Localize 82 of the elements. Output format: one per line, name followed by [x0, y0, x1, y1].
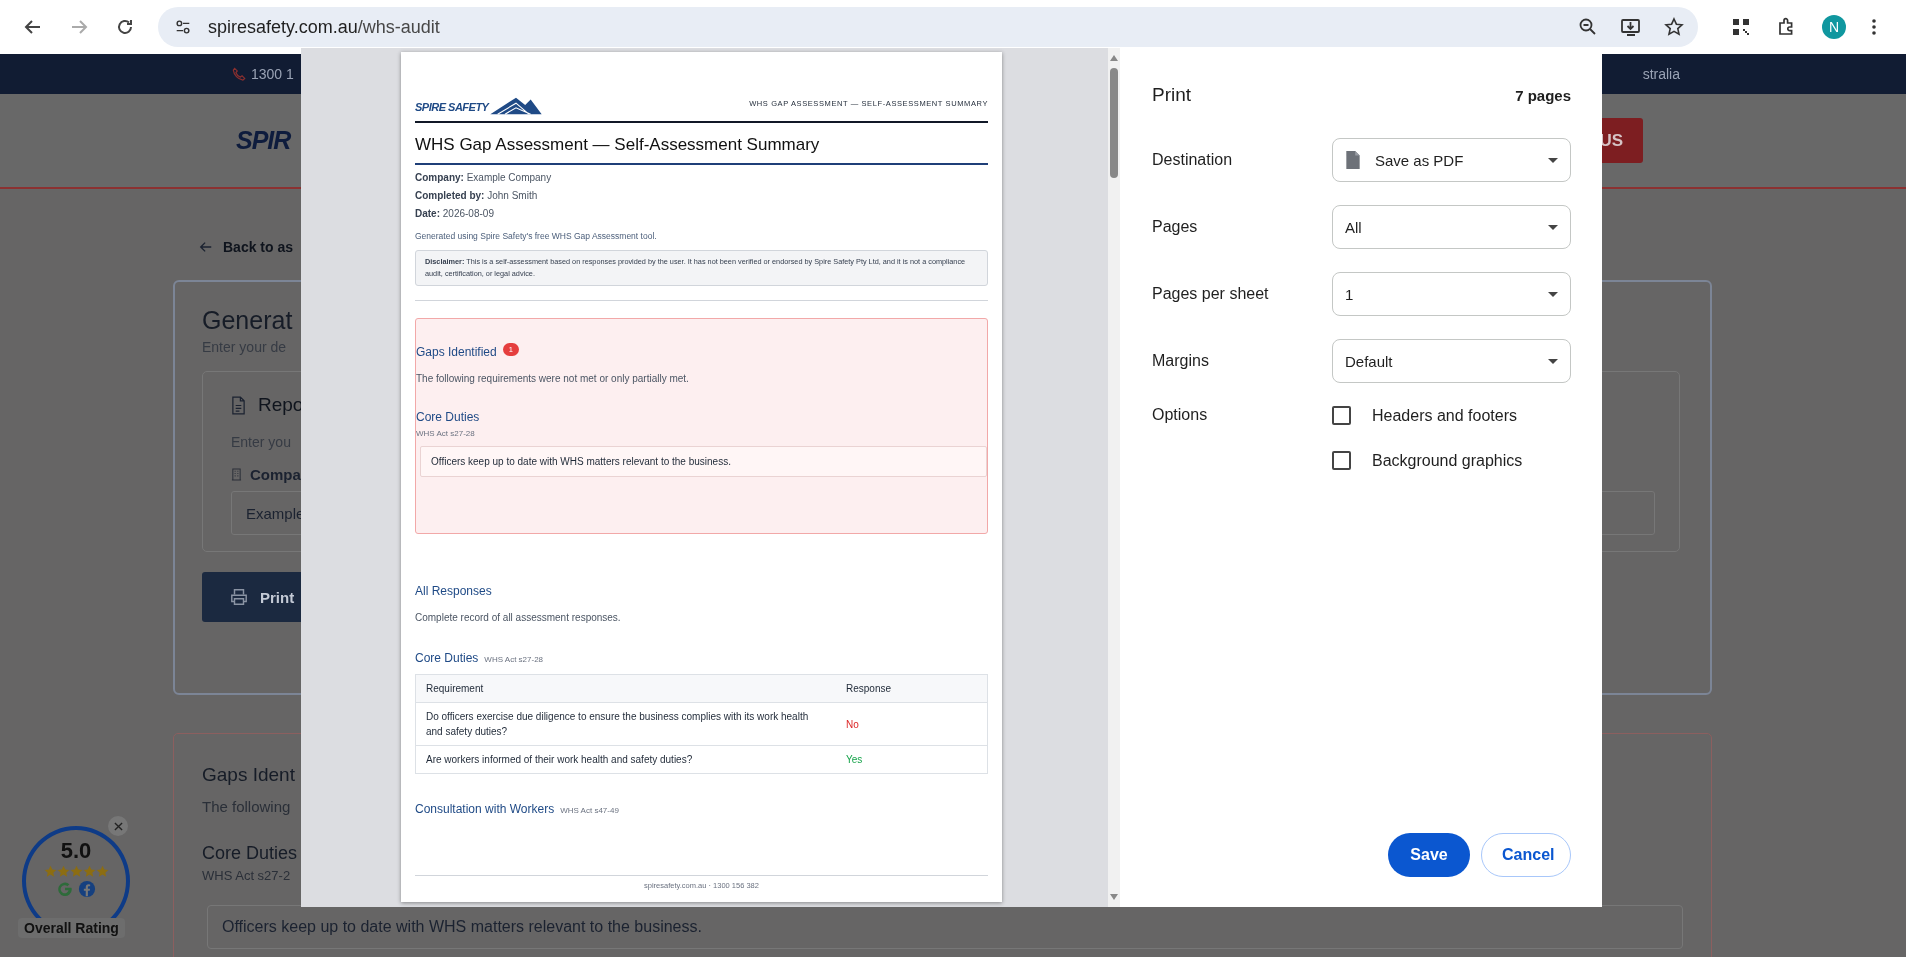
- location-text: stralia: [1642, 66, 1680, 82]
- checkbox[interactable]: [1332, 451, 1351, 470]
- select-dropdown[interactable]: 1: [1332, 272, 1571, 316]
- save-button[interactable]: Save: [1388, 833, 1470, 877]
- gaps-intro: The following: [202, 798, 291, 815]
- document-title: WHS Gap Assessment — Self-Assessment Summary: [415, 123, 988, 165]
- close-icon[interactable]: [108, 816, 128, 836]
- meta-line: Completed by: John Smith: [415, 190, 539, 201]
- file-icon: [1345, 150, 1361, 170]
- meta-line: Date: 2026-08-09: [415, 208, 495, 219]
- phone-number[interactable]: 1300 1: [251, 66, 294, 82]
- scroll-thumb[interactable]: [1110, 68, 1118, 178]
- subsection-heading: Consultation with Workers: [415, 802, 555, 816]
- subsection-heading: Core Duties: [415, 651, 479, 665]
- google-logo-icon: [56, 880, 74, 898]
- act-reference: WHS Act s27-28: [484, 655, 544, 664]
- generated-note: Generated using Spire Safety's free WHS Gap Assessment tool.: [415, 231, 658, 241]
- report-title: Repo: [258, 394, 304, 416]
- zoom-icon[interactable]: [1578, 17, 1598, 37]
- select-dropdown[interactable]: Save as PDF: [1332, 138, 1571, 182]
- select-dropdown[interactable]: Default: [1332, 339, 1571, 383]
- column-header: Response: [836, 674, 988, 703]
- star-icon: [69, 865, 83, 878]
- setting-label: Pages: [1152, 218, 1199, 236]
- act-reference: WHS Act s27-28: [416, 429, 476, 438]
- preview-scrollbar[interactable]: [1108, 48, 1120, 907]
- company-logo: SPIRE SAFETY: [415, 94, 545, 116]
- setting-label: Margins: [1152, 352, 1210, 370]
- reload-icon[interactable]: [115, 17, 135, 37]
- requirement-cell: Are workers informed of their work health and safety duties?: [415, 745, 836, 774]
- column-header: Requirement: [415, 674, 836, 703]
- response-cell: No: [836, 702, 988, 746]
- star-icon: [82, 865, 96, 878]
- document-icon: [231, 395, 246, 415]
- section-intro: The following requirements were not met or only partially met.: [416, 373, 690, 384]
- company-label: Compa: [250, 466, 301, 483]
- install-icon[interactable]: [1620, 17, 1642, 37]
- cancel-button[interactable]: Cancel: [1481, 833, 1571, 877]
- caret-icon: [1548, 157, 1558, 163]
- section-reference: WHS Act s27-2: [202, 868, 291, 883]
- phone-icon: [232, 67, 246, 81]
- section-intro: Complete record of all assessment responses.: [415, 612, 622, 623]
- checkbox-label[interactable]: Headers and footers: [1372, 406, 1517, 425]
- qr-code-icon[interactable]: [1731, 17, 1751, 37]
- page-count: 7 pages: [1515, 87, 1571, 104]
- section-heading: Gaps Identified: [416, 345, 497, 359]
- facebook-logo-icon: [78, 880, 96, 898]
- gap-item: Officers keep up to date with WHS matters relevant to the business.: [420, 446, 987, 477]
- section-heading: All Responses: [415, 584, 493, 598]
- gaps-title: Gaps Ident: [202, 764, 295, 786]
- act-reference: WHS Act s47-49: [560, 806, 619, 815]
- caret-icon: [1548, 291, 1558, 297]
- scroll-down-icon[interactable]: [1109, 893, 1119, 901]
- printer-icon: [230, 588, 248, 606]
- select-dropdown[interactable]: All: [1332, 205, 1571, 249]
- dialog-title: Print: [1152, 84, 1192, 106]
- requirement-cell: Do officers exercise due diligence to ensure the business complies with its work health and safety duties?: [415, 702, 836, 746]
- arrow-left-icon[interactable]: [199, 240, 213, 254]
- meta-line: Company: Example Company: [415, 172, 553, 183]
- profile-avatar[interactable]: N: [1822, 15, 1846, 39]
- setting-label: Options: [1152, 406, 1209, 424]
- url-text: spiresafety.com.au/whs-audit: [208, 16, 440, 38]
- checkbox-label[interactable]: Background graphics: [1372, 451, 1523, 470]
- site-settings-icon[interactable]: [174, 18, 192, 36]
- bookmark-star-icon[interactable]: [1664, 17, 1684, 37]
- caret-icon: [1548, 358, 1558, 364]
- subsection-heading: Core Duties: [416, 410, 481, 424]
- card-title: Generat: [202, 306, 293, 335]
- setting-label: Destination: [1152, 151, 1234, 169]
- section-title: Core Duties: [202, 843, 298, 864]
- star-icon: [56, 865, 70, 878]
- response-cell: Yes: [836, 745, 988, 774]
- rating-label: Overall Rating: [18, 918, 125, 938]
- address-bar[interactable]: spiresafety.com.au/whs-audit: [158, 7, 1698, 47]
- building-icon: [231, 468, 242, 481]
- star-icon: [95, 865, 109, 878]
- caret-icon: [1548, 224, 1558, 230]
- menu-icon[interactable]: [1871, 17, 1877, 37]
- checkbox[interactable]: [1332, 406, 1351, 425]
- setting-label: Pages per sheet: [1152, 285, 1270, 303]
- star-icon: [43, 865, 57, 878]
- rating-score: 5.0: [60, 838, 92, 864]
